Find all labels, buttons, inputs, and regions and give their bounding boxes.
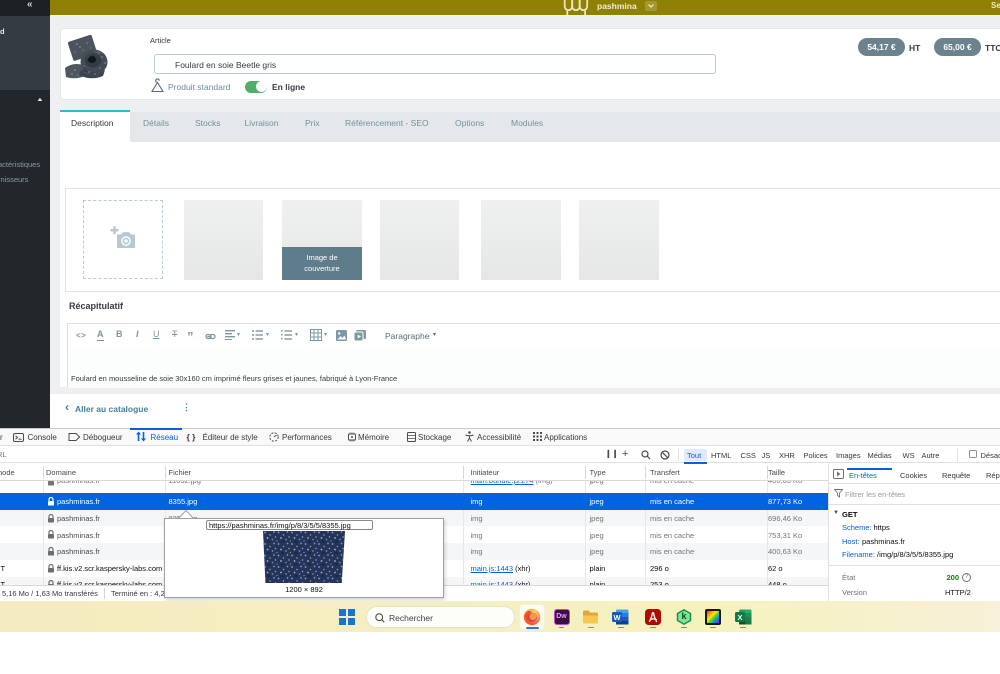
svg-text:W: W	[613, 613, 621, 622]
svg-text:X: X	[737, 613, 742, 622]
